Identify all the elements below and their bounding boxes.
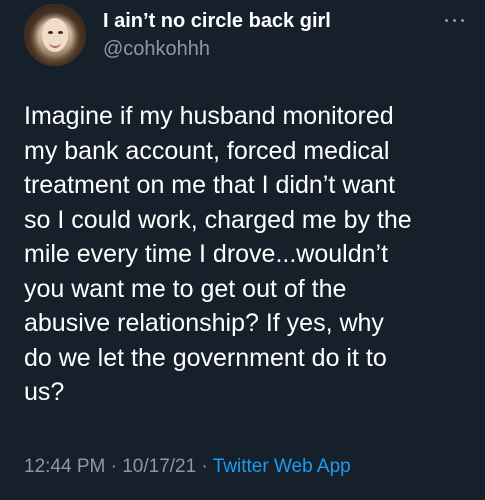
meta-separator: · — [110, 456, 117, 477]
meta-separator: · — [201, 456, 208, 477]
source-app-link[interactable]: Twitter Web App — [213, 456, 351, 477]
author-handle[interactable]: @cohkohhh — [103, 38, 210, 61]
avatar[interactable] — [24, 4, 86, 66]
author-display-name[interactable]: I ain’t no circle back girl — [103, 10, 331, 33]
more-dots-icon[interactable] — [440, 10, 470, 30]
tweet-text: Imagine if my husband monitored my bank … — [24, 102, 412, 406]
avatar-eye-left — [48, 31, 53, 34]
tweet-time[interactable]: 12:44 PM — [24, 456, 105, 477]
tweet-date[interactable]: 10/17/21 — [122, 456, 196, 477]
tweet-meta: 12:44 PM · 10/17/21 · Twitter Web App — [24, 456, 351, 478]
tweet-card: I ain’t no circle back girl @cohkohhh Im… — [0, 0, 485, 500]
avatar-eye-right — [58, 31, 63, 34]
